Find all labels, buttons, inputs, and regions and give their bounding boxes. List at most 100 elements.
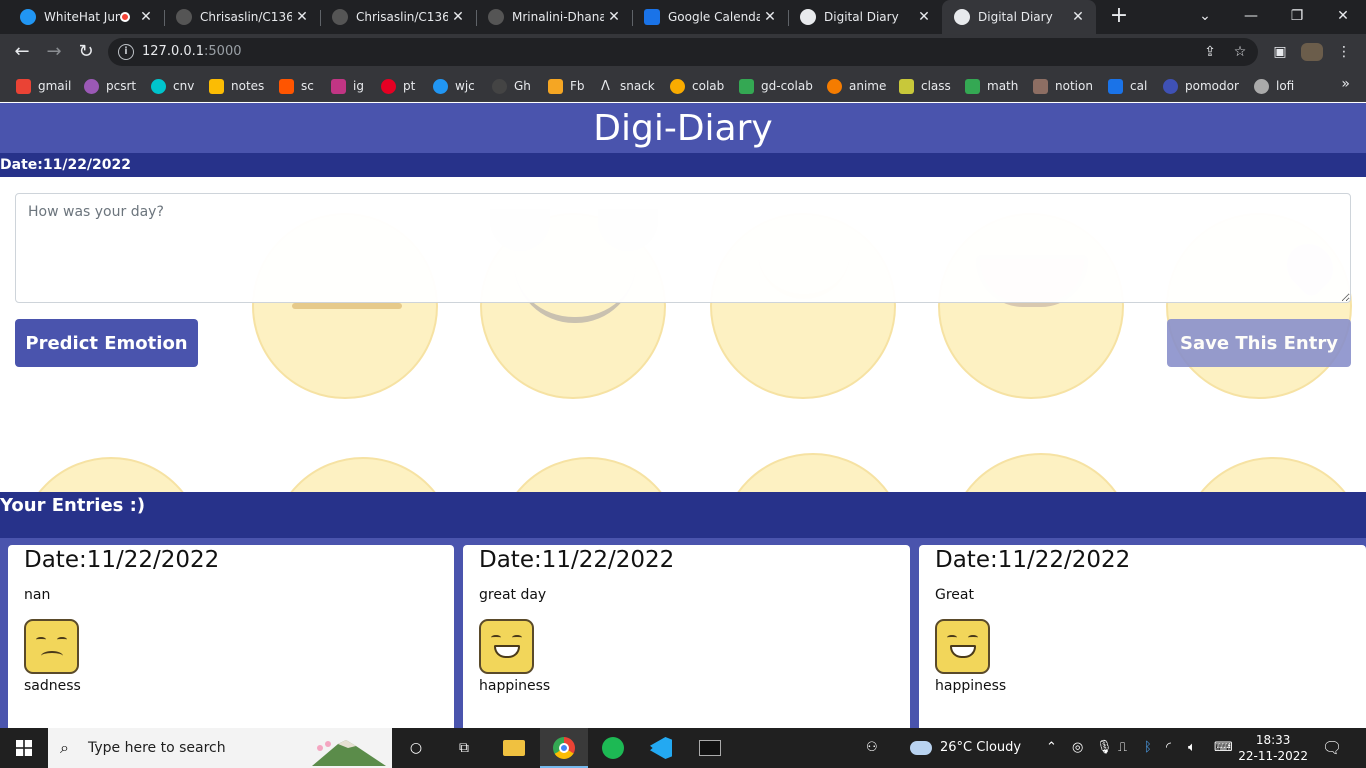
bookmark-class[interactable]: class — [899, 76, 951, 96]
keyboard-icon[interactable]: ⌨ — [1214, 728, 1233, 768]
github-icon — [492, 78, 507, 94]
volume-icon[interactable]: 🔈︎ — [1188, 728, 1196, 768]
calendar-icon — [1108, 78, 1123, 94]
bookmark-gd-colab[interactable]: gd-colab — [739, 76, 813, 96]
bookmark-ig[interactable]: ig — [331, 76, 364, 96]
github-icon — [176, 9, 192, 25]
github-icon — [332, 9, 348, 25]
bookmark-snack[interactable]: Λsnack — [598, 76, 655, 96]
google-drive-icon — [739, 78, 754, 94]
start-button[interactable] — [0, 728, 48, 768]
task-view-icon[interactable]: ⧉ — [444, 728, 484, 768]
sidebar-toggle-icon[interactable]: ▣ — [1266, 38, 1294, 66]
tab-search-chevron-icon[interactable]: ⌄ — [1182, 0, 1228, 34]
cortana-icon[interactable]: ○ — [396, 728, 436, 768]
entry-emotion: happiness — [479, 678, 551, 694]
address-bar[interactable]: i 127.0.0.1:5000 ⇪ ☆ — [108, 38, 1258, 66]
entry-date: Date:11/22/2022 — [935, 547, 1131, 573]
terminal-icon[interactable] — [686, 728, 734, 768]
window-close-button[interactable]: ✕ — [1320, 0, 1366, 34]
emoji-decor — [1180, 457, 1366, 493]
github-icon — [488, 9, 504, 25]
bookmark-pt[interactable]: pt — [381, 76, 415, 96]
bookmark-wjc[interactable]: wjc — [433, 76, 475, 96]
reload-button[interactable]: ↻ — [72, 38, 100, 66]
forward-button[interactable]: → — [40, 38, 68, 66]
bookmarks-overflow-button[interactable]: » — [1341, 76, 1350, 92]
notifications-icon[interactable]: 🗨︎ — [1322, 728, 1346, 768]
bookmark-colab[interactable]: colab — [670, 76, 724, 96]
bookmark-fb[interactable]: Fb — [548, 76, 585, 96]
new-tab-button[interactable]: + — [1106, 4, 1132, 30]
tab-chrisaslin-1[interactable]: Chrisaslin/C136nc ✕ — [164, 0, 320, 34]
close-icon[interactable]: ✕ — [136, 9, 156, 25]
spotify-icon[interactable] — [590, 728, 636, 768]
chrome-icon[interactable] — [540, 728, 588, 768]
emoji-decor — [496, 457, 682, 493]
taskbar-search[interactable]: ⌕ Type here to search — [48, 728, 392, 768]
globe-icon — [954, 9, 970, 25]
whitehat-icon — [20, 9, 36, 25]
bookmark-sc[interactable]: sc — [279, 76, 314, 96]
vscode-icon[interactable] — [638, 728, 684, 768]
share-icon[interactable]: ⇪ — [1200, 42, 1220, 62]
entry-card: Date:11/22/2022 great day happiness — [463, 545, 910, 728]
tab-whitehat[interactable]: WhiteHat Jun ✕ — [8, 0, 164, 34]
diary-entry-input[interactable] — [15, 193, 1351, 303]
entry-date: Date:11/22/2022 — [479, 547, 675, 573]
page-viewport: Digi-Diary Date:11/22/2022 Predict Emoti… — [0, 103, 1366, 728]
bookmark-star-icon[interactable]: ☆ — [1230, 42, 1250, 62]
microphone-icon[interactable]: 🎙︎ — [1096, 728, 1113, 768]
current-date-label: Date:11/22/2022 — [0, 153, 1366, 177]
close-icon[interactable]: ✕ — [604, 9, 624, 25]
wifi-icon[interactable]: ◜ — [1166, 728, 1171, 768]
tab-google-calendar[interactable]: Google Calendar ✕ — [632, 0, 788, 34]
menu-kebab-icon[interactable]: ⋮ — [1330, 38, 1358, 66]
close-icon[interactable]: ✕ — [292, 9, 312, 25]
bookmark-gmail[interactable]: gmail — [16, 76, 71, 96]
bookmark-anime[interactable]: anime — [827, 76, 886, 96]
bookmark-gh[interactable]: Gh — [492, 76, 531, 96]
close-icon[interactable]: ✕ — [448, 9, 468, 25]
tab-digital-diary-1[interactable]: Digital Diary ✕ — [788, 0, 942, 34]
close-icon[interactable]: ✕ — [760, 9, 780, 25]
bookmark-notion[interactable]: notion — [1033, 76, 1093, 96]
entry-card: Date:11/22/2022 Great happiness — [919, 545, 1366, 728]
bookmark-cnv[interactable]: cnv — [151, 76, 194, 96]
tab-digital-diary-active[interactable]: Digital Diary ✕ — [942, 0, 1096, 34]
bookmark-cal[interactable]: cal — [1108, 76, 1147, 96]
people-icon[interactable]: ⚇ — [866, 728, 886, 768]
tab-mrinalini[interactable]: Mrinalini-Dhanar ✕ — [476, 0, 632, 34]
minimize-button[interactable]: — — [1228, 0, 1274, 34]
url-text: 127.0.0.1:5000 — [142, 44, 242, 59]
weather-widget[interactable]: 26°C Cloudy — [910, 728, 1021, 768]
save-entry-button[interactable]: Save This Entry — [1167, 319, 1351, 367]
close-icon[interactable]: ✕ — [914, 9, 934, 25]
close-icon[interactable]: ✕ — [1068, 9, 1088, 25]
entry-text: great day — [479, 587, 547, 603]
file-explorer-icon[interactable] — [492, 728, 536, 768]
clock[interactable]: 18:33 22-11-2022 — [1238, 732, 1308, 764]
cloudy-icon — [910, 740, 932, 755]
bookmark-pomodor[interactable]: pomodor — [1163, 76, 1239, 96]
bookmark-math[interactable]: math — [965, 76, 1018, 96]
info-icon[interactable]: i — [118, 44, 134, 60]
tab-strip: WhiteHat Jun ✕ Chrisaslin/C136nc ✕ Chris… — [0, 0, 1366, 34]
bookmark-pcsrt[interactable]: pcsrt — [84, 76, 136, 96]
predict-emotion-button[interactable]: Predict Emotion — [15, 319, 198, 367]
bluetooth-icon[interactable]: ᛒ — [1144, 728, 1152, 768]
network-adapter-icon[interactable]: ⎍ — [1118, 728, 1127, 768]
windows-taskbar: ⌕ Type here to search ○ ⧉ ⚇ 26°C Cloudy … — [0, 728, 1366, 768]
back-button[interactable]: ← — [8, 38, 36, 66]
happy-emoji-icon — [479, 619, 534, 674]
tab-chrisaslin-2[interactable]: Chrisaslin/C136 ✕ — [320, 0, 476, 34]
tray-chevron-up-icon[interactable]: ⌃ — [1046, 728, 1057, 768]
bookmark-lofi[interactable]: lofi — [1254, 76, 1294, 96]
pcsrt-icon — [84, 78, 99, 94]
restore-button[interactable]: ❐ — [1274, 0, 1320, 34]
entry-date: Date:11/22/2022 — [24, 547, 220, 573]
meet-now-icon[interactable]: ◎ — [1072, 728, 1083, 768]
notion-icon — [1033, 78, 1048, 94]
profile-avatar[interactable] — [1298, 38, 1326, 66]
bookmark-notes[interactable]: notes — [209, 76, 264, 96]
